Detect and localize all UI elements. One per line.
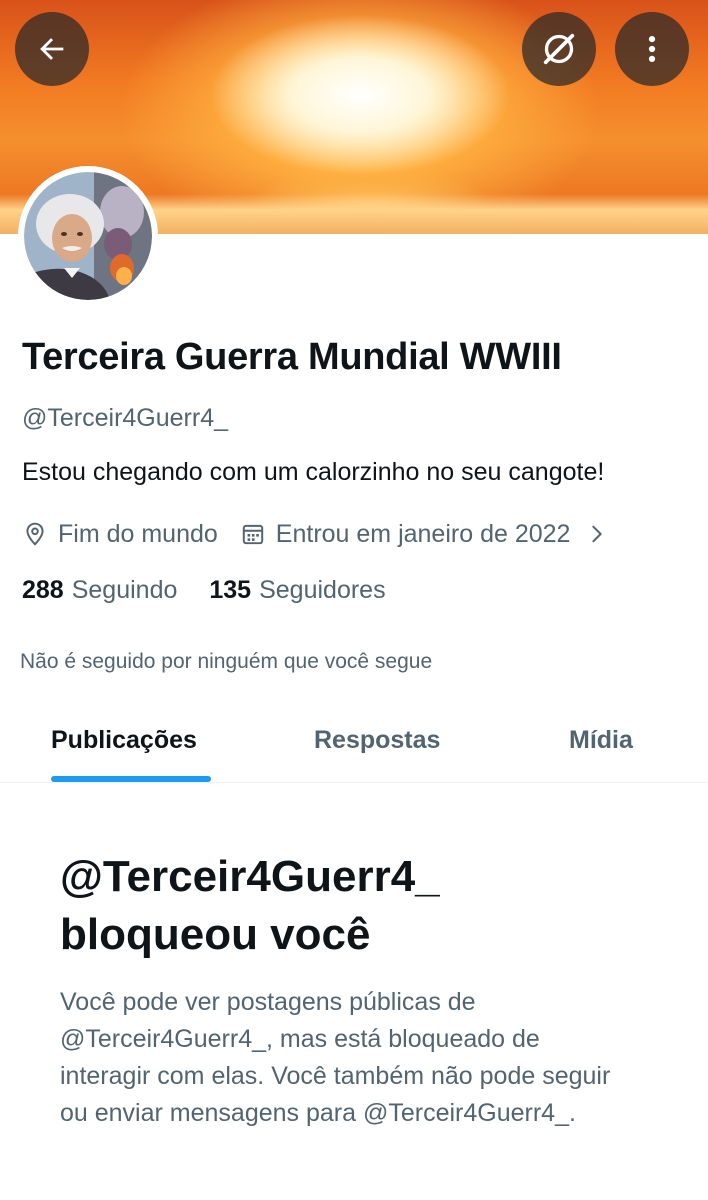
more-button[interactable] bbox=[615, 12, 689, 86]
followers-link[interactable]: 135 Seguidores bbox=[209, 576, 385, 605]
follow-counts: 288 Seguindo 135 Seguidores bbox=[22, 576, 386, 605]
avatar[interactable] bbox=[18, 166, 158, 306]
tab-respostas[interactable]: Respostas bbox=[314, 726, 440, 755]
profile-name: Terceira Guerra Mundial WWIII bbox=[22, 336, 562, 378]
chevron-right-icon[interactable] bbox=[586, 523, 608, 545]
followers-count: 135 bbox=[209, 576, 252, 604]
tab-midia[interactable]: Mídia bbox=[569, 726, 633, 755]
blocked-description: Você pode ver postagens públicas de @Ter… bbox=[60, 988, 611, 1127]
back-button[interactable] bbox=[15, 12, 89, 86]
grok-slash-icon bbox=[543, 33, 575, 65]
more-vertical-icon bbox=[648, 35, 656, 63]
profile-joined: Entrou em janeiro de 2022 bbox=[275, 519, 571, 548]
profile-handle: @Terceir4Guerr4_ bbox=[22, 404, 229, 432]
avatar-image bbox=[24, 172, 152, 300]
location-pin-icon bbox=[22, 521, 48, 547]
following-link[interactable]: 288 Seguindo bbox=[22, 576, 177, 605]
followers-label: Seguidores bbox=[259, 576, 386, 604]
not-followed-notice: Não é seguido por ninguém que você segue bbox=[20, 650, 433, 673]
profile-bio: Estou chegando com um calorzinho no seu … bbox=[22, 458, 605, 486]
calendar-icon bbox=[240, 521, 266, 547]
following-count: 288 bbox=[22, 576, 64, 604]
grok-button[interactable] bbox=[522, 12, 596, 86]
arrow-left-icon bbox=[40, 38, 64, 60]
blocked-title-handle: @Terceir4Guerr4_ bbox=[60, 852, 440, 901]
profile-tabs: Publicações Respostas Mídia bbox=[0, 712, 708, 783]
blocked-title-text: bloqueou você bbox=[60, 910, 371, 959]
blocked-title: @Terceir4Guerr4_ bloqueou você bbox=[60, 848, 660, 964]
profile-meta: Fim do mundo Entrou em janeiro de 2022 bbox=[22, 516, 608, 552]
tab-publicacoes[interactable]: Publicações bbox=[51, 726, 197, 755]
active-tab-indicator bbox=[51, 776, 211, 782]
following-label: Seguindo bbox=[71, 576, 178, 604]
profile-location: Fim do mundo bbox=[58, 519, 218, 548]
